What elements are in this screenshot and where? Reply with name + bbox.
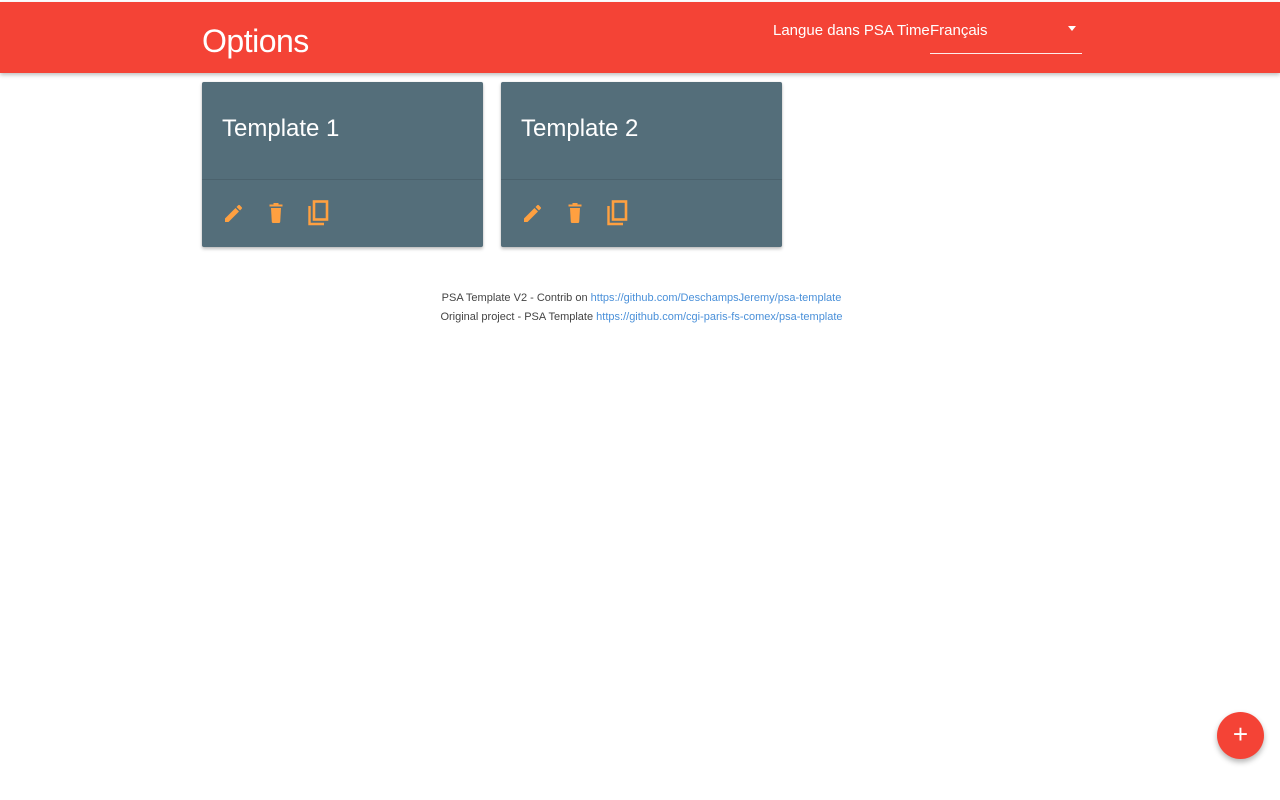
caret-down-icon — [1068, 26, 1076, 31]
template-title: Template 1 — [222, 115, 340, 142]
page-title: Options — [202, 23, 309, 59]
delete-button[interactable] — [266, 198, 292, 228]
footer-original-text: Original project - PSA Template — [440, 311, 594, 323]
template-card: Template 2 — [501, 82, 782, 247]
copy-button[interactable] — [308, 198, 334, 228]
footer: PSA Template V2 - Contrib on https://git… — [0, 289, 1280, 327]
edit-button[interactable] — [521, 198, 547, 228]
contrib-repo-link[interactable]: https://github.com/DeschampsJeremy/psa-t… — [591, 292, 842, 304]
edit-icon — [524, 204, 542, 222]
language-label: Langue dans PSA Time — [773, 22, 930, 39]
template-card: Template 1 — [202, 82, 483, 247]
copy-icon — [607, 200, 628, 226]
card-divider — [501, 179, 782, 180]
delete-icon — [269, 203, 283, 223]
edit-button[interactable] — [222, 198, 248, 228]
app-header: Options Langue dans PSA Time Français — [0, 2, 1280, 73]
language-select-value: Français — [930, 22, 988, 39]
language-select[interactable]: Français — [930, 19, 1082, 54]
footer-line-contrib: PSA Template V2 - Contrib on https://git… — [0, 289, 1280, 308]
delete-button[interactable] — [565, 198, 591, 228]
template-title: Template 2 — [521, 115, 639, 142]
add-template-button[interactable]: + — [1217, 712, 1264, 759]
copy-button[interactable] — [607, 198, 633, 228]
card-divider — [202, 179, 483, 180]
footer-line-original: Original project - PSA Template https://… — [0, 308, 1280, 327]
plus-icon: + — [1232, 719, 1249, 749]
original-repo-link[interactable]: https://github.com/cgi-paris-fs-comex/ps… — [596, 311, 842, 323]
copy-icon — [308, 200, 329, 226]
delete-icon — [568, 203, 582, 223]
edit-icon — [225, 204, 243, 222]
footer-contrib-text: PSA Template V2 - Contrib on — [441, 292, 588, 304]
